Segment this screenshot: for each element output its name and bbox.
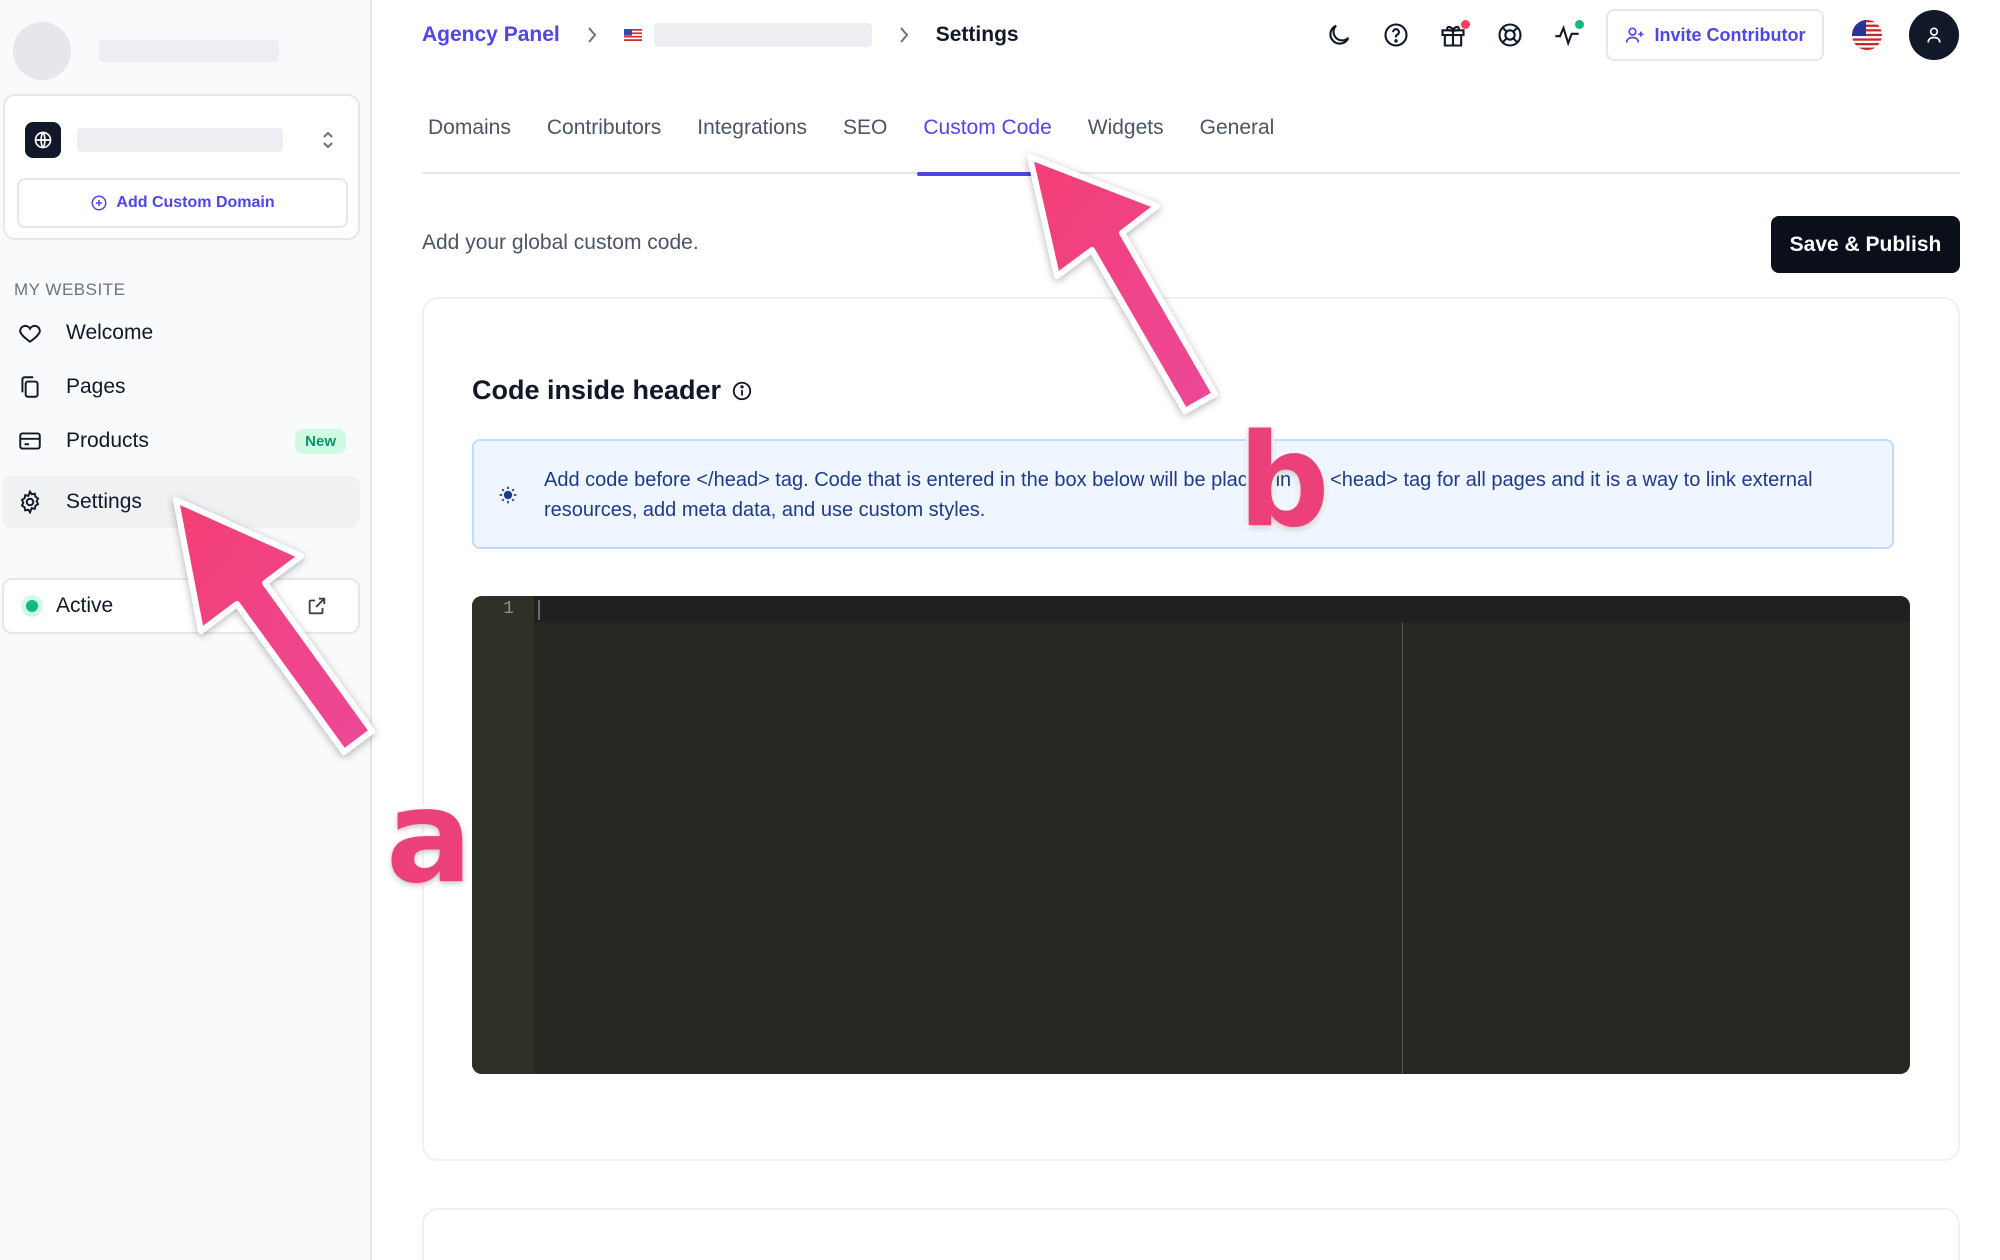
sidebar-item-products[interactable]: Products New — [2, 415, 360, 467]
plus-circle-icon — [90, 194, 108, 212]
status-dot — [26, 600, 38, 612]
add-custom-domain-button[interactable]: Add Custom Domain — [17, 178, 348, 228]
sidebar-item-label: Pages — [66, 375, 126, 398]
globe-icon — [25, 122, 61, 158]
moon-icon[interactable] — [1318, 14, 1360, 56]
section-label-my-website: MY WEBSITE — [14, 280, 126, 299]
site-switcher-card: Add Custom Domain — [3, 94, 360, 240]
tab-general[interactable]: General — [1194, 102, 1281, 174]
sidebar-item-label: Products — [66, 429, 149, 452]
site-name-redacted — [653, 23, 872, 47]
user-plus-icon — [1625, 25, 1645, 45]
section-title-text: Code inside header — [472, 375, 722, 405]
invite-contributor-label: Invite Contributor — [1654, 24, 1806, 45]
status-label: Active — [56, 594, 114, 617]
info-icon[interactable] — [731, 380, 753, 402]
credit-card-icon — [15, 426, 45, 456]
avatar — [13, 22, 71, 80]
sidebar-item-pages[interactable]: Pages — [2, 361, 360, 413]
sidebar-item-label: Welcome — [66, 321, 154, 344]
invite-contributor-button[interactable]: Invite Contributor — [1606, 9, 1824, 61]
new-badge: New — [295, 428, 346, 454]
page-subtitle: Add your global custom code. — [422, 231, 699, 254]
heart-icon — [15, 318, 45, 348]
lifebuoy-icon[interactable] — [1489, 14, 1531, 56]
user-icon — [1924, 25, 1944, 45]
settings-tabs: Domains Contributors Integrations SEO Cu… — [422, 102, 1960, 176]
breadcrumb-current: Settings — [935, 23, 1019, 46]
editor-print-margin — [1402, 622, 1403, 1074]
next-section-card — [422, 1208, 1960, 1260]
add-custom-domain-label: Add Custom Domain — [116, 194, 275, 211]
editor-gutter: 1 — [472, 596, 534, 1074]
site-name-redacted — [77, 128, 283, 152]
info-callout: Add code before </head> tag. Code that i… — [472, 439, 1894, 549]
code-editor[interactable]: 1 — [472, 596, 1910, 1074]
sidebar: Add Custom Domain MY WEBSITE Welcome Pag… — [0, 0, 372, 1260]
chevron-right-icon — [586, 25, 598, 45]
notification-dot — [1461, 20, 1470, 29]
editor-cursor — [538, 600, 540, 620]
site-selector[interactable] — [25, 120, 343, 160]
external-link-icon[interactable] — [306, 595, 328, 617]
gift-icon[interactable] — [1432, 14, 1474, 56]
breadcrumb-agency-panel[interactable]: Agency Panel — [422, 23, 560, 47]
language-flag-icon[interactable] — [1852, 20, 1882, 50]
tab-custom-code[interactable]: Custom Code — [917, 102, 1059, 176]
breadcrumb-site[interactable] — [623, 23, 872, 47]
tab-widgets[interactable]: Widgets — [1082, 102, 1170, 174]
user-profile[interactable] — [13, 22, 279, 80]
site-status-card[interactable]: Active — [2, 578, 360, 634]
activity-icon[interactable] — [1546, 14, 1588, 56]
tab-domains[interactable]: Domains — [422, 102, 517, 174]
breadcrumb: Agency Panel Settings — [422, 18, 1019, 52]
tab-contributors[interactable]: Contributors — [541, 102, 667, 174]
notification-dot — [1575, 20, 1584, 29]
tab-integrations[interactable]: Integrations — [691, 102, 813, 174]
sidebar-item-welcome[interactable]: Welcome — [2, 307, 360, 359]
user-name-redacted — [99, 40, 279, 62]
user-avatar[interactable] — [1909, 10, 1959, 60]
chevron-up-down-icon[interactable] — [321, 130, 335, 150]
sidebar-item-label: Settings — [66, 490, 142, 513]
chevron-right-icon — [898, 25, 910, 45]
section-title: Code inside header — [472, 375, 753, 406]
toolbar-icons — [1318, 14, 1603, 56]
info-text: Add code before </head> tag. Code that i… — [544, 469, 1813, 521]
pages-icon — [15, 372, 45, 402]
help-icon[interactable] — [1375, 14, 1417, 56]
top-bar: Agency Panel Settings Invite Contributor — [374, 0, 2000, 70]
tab-seo[interactable]: SEO — [837, 102, 893, 174]
header-code-card: Code inside header Add code before </hea… — [422, 297, 1960, 1161]
lightbulb-icon — [498, 485, 518, 510]
us-flag-icon — [623, 29, 642, 41]
gear-icon — [15, 487, 45, 517]
editor-active-line — [534, 596, 1910, 622]
line-number: 1 — [503, 599, 514, 619]
sidebar-item-settings[interactable]: Settings — [2, 476, 360, 528]
save-publish-button[interactable]: Save & Publish — [1771, 216, 1960, 273]
